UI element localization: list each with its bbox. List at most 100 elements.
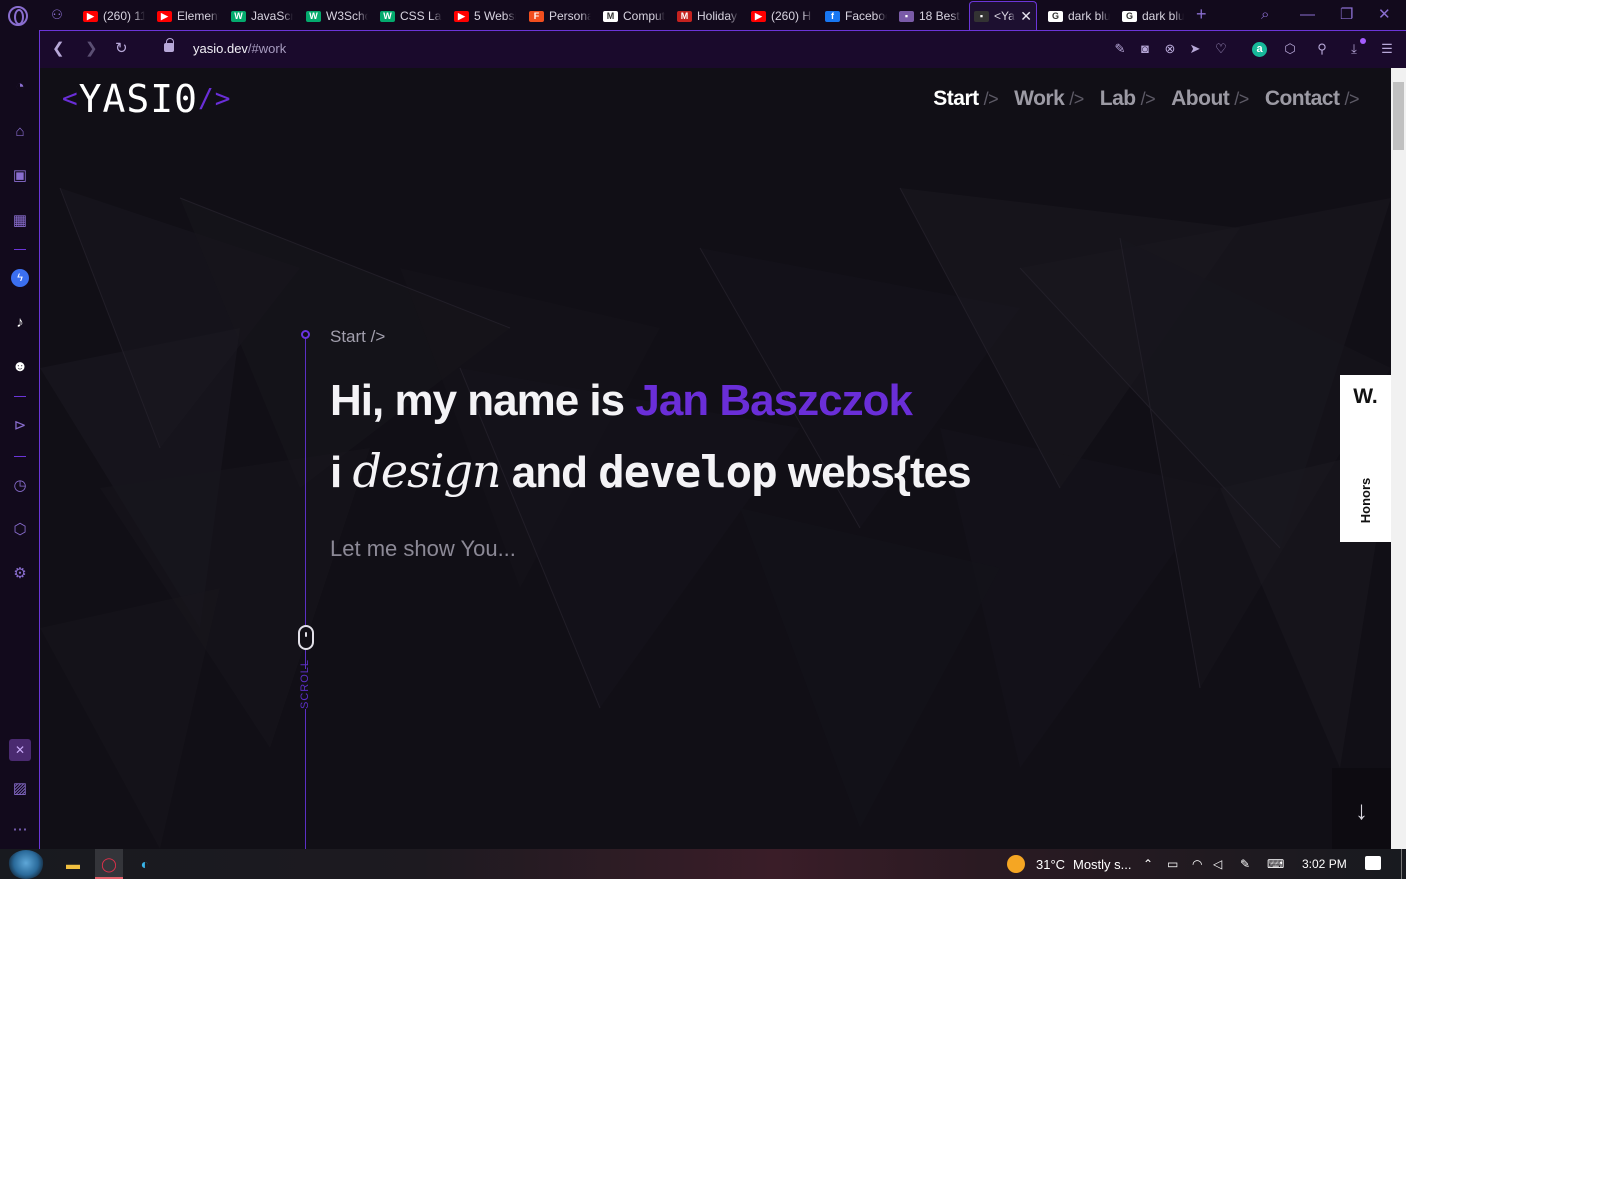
speed-dial-icon[interactable]: ◔ <box>9 76 31 98</box>
nav-about[interactable]: About/> <box>1171 87 1249 111</box>
restore-icon[interactable]: ❐ <box>1340 5 1353 25</box>
opera-menu-icon[interactable] <box>8 6 28 26</box>
easy-setup-icon[interactable]: ☰ <box>1379 40 1395 58</box>
nav-start[interactable]: Start/> <box>933 87 998 111</box>
heart-icon[interactable]: ♡ <box>1213 40 1229 58</box>
browser-tab[interactable]: ▶ Element <box>157 4 219 28</box>
page-scrollbar[interactable] <box>1391 68 1406 849</box>
adblock-shield-icon[interactable]: ⊗ <box>1162 40 1178 58</box>
screen: ⚇ ▶ (260) 11 ▶ Element W JavaScri W W3Scho W CSS … <box>0 0 1406 879</box>
nav-work[interactable]: Work/> <box>1014 87 1084 111</box>
section-label: Start /> <box>330 327 386 346</box>
pinboard-icon[interactable]: ✕ <box>9 739 31 761</box>
browser-tab[interactable]: W CSS Lay <box>380 4 442 28</box>
forward-icon[interactable]: ❯ <box>85 40 98 58</box>
browser-tab[interactable]: Gdark blu <box>1122 4 1184 28</box>
snapshot-edit-icon[interactable]: ✎ <box>1112 40 1128 58</box>
site-nav: Start/> Work/> Lab/> About/> Contact/> <box>933 87 1359 111</box>
youtube-icon: ▶ <box>83 10 98 22</box>
player-icon[interactable]: ⊳ <box>9 415 31 437</box>
reload-icon[interactable]: ↻ <box>115 40 128 58</box>
discord-icon[interactable]: ☻ <box>9 356 31 378</box>
url-host: yasio.dev <box>193 41 248 56</box>
file-explorer-icon[interactable]: ▬ <box>63 854 83 874</box>
show-desktop-button[interactable] <box>1401 849 1402 879</box>
nav-slash: /> <box>1234 89 1249 109</box>
close-window-icon[interactable]: ✕ <box>1378 5 1391 25</box>
browser-tab[interactable]: ▶ (260) H <box>751 4 813 28</box>
scroll-down-arrow-icon[interactable]: ↓ <box>1332 768 1391 849</box>
tab-label: 5 Websi <box>474 9 516 23</box>
site-logo[interactable]: <YASI0/> <box>62 77 231 121</box>
mouse-scroll-icon[interactable] <box>298 625 314 650</box>
weather-temperature[interactable]: 31°C <box>1036 857 1065 872</box>
send-icon[interactable]: ➤ <box>1187 40 1203 58</box>
settings-gear-icon[interactable]: ⚙ <box>9 563 31 585</box>
browser-tab[interactable]: ▶ (260) 11 <box>83 4 145 28</box>
weather-description[interactable]: Mostly s... <box>1073 857 1132 872</box>
extensions-icon[interactable]: ⬡ <box>9 519 31 541</box>
tagline-and: and <box>500 448 599 497</box>
keyboard-icon[interactable]: ⌨ <box>1267 856 1284 872</box>
scrollbar-thumb[interactable] <box>1393 82 1404 150</box>
headline-tagline: i design and develop webs{tes <box>330 444 972 498</box>
lock-icon[interactable] <box>164 38 174 52</box>
url-field[interactable]: yasio.dev/#work <box>193 41 286 56</box>
browser-tab[interactable]: ▪ <Yas ✕ <box>969 1 1037 30</box>
browser-tab[interactable]: W W3Scho <box>306 4 368 28</box>
tray-chevron-icon[interactable]: ⌃ <box>1143 856 1153 872</box>
search-tabs-icon[interactable]: ⌕ <box>1261 5 1269 25</box>
camera-icon[interactable]: ◙ <box>1137 40 1153 58</box>
start-button[interactable] <box>8 850 44 879</box>
wallet-icon[interactable]: ▦ <box>9 210 31 232</box>
browser-tab[interactable]: W JavaScri <box>231 4 293 28</box>
network-icon[interactable]: ◠ <box>1192 856 1202 872</box>
close-tab-icon[interactable]: ✕ <box>1020 8 1032 25</box>
subtitle: Let me show You... <box>330 536 516 561</box>
twitch-icon[interactable]: ▣ <box>9 165 31 187</box>
gmail-icon: M <box>677 10 692 22</box>
opera-taskbar-icon[interactable]: ◯ <box>95 849 123 879</box>
browser-tab[interactable]: Gdark blu <box>1048 4 1110 28</box>
tagline-design: design <box>352 444 501 498</box>
web-page: <YASI0/> Start/> Work/> Lab/> About/> Contac… <box>40 68 1391 849</box>
browser-tab[interactable]: f Faceboo <box>825 4 887 28</box>
gallery-icon[interactable]: ▨ <box>9 778 31 800</box>
mix-icon: M <box>603 10 618 22</box>
notifications-icon[interactable] <box>1365 856 1381 870</box>
back-icon[interactable]: ❮ <box>52 40 65 58</box>
profile-icon[interactable]: ⚲ <box>1314 40 1330 58</box>
nav-contact[interactable]: Contact/> <box>1264 87 1360 111</box>
honors-label: Honors <box>1358 477 1373 524</box>
nav-label: Contact <box>1264 87 1340 110</box>
weather-icon[interactable] <box>1007 855 1025 873</box>
more-icon[interactable]: ⋯ <box>9 819 31 841</box>
pen-icon[interactable]: ✎ <box>1240 856 1250 872</box>
browser-tab[interactable]: ▪ 18 Best <box>899 4 961 28</box>
logo-text: YASI0 <box>78 77 199 121</box>
logo-close-bracket: /> <box>198 84 232 114</box>
browser-tab[interactable]: ▶ 5 Websi <box>454 4 516 28</box>
workspaces-icon[interactable]: ⚇ <box>49 7 65 23</box>
browser-tab[interactable]: F Persona <box>529 4 591 28</box>
figma-icon: F <box>529 10 544 22</box>
messenger-icon[interactable]: ϟ <box>11 269 29 287</box>
aria-icon[interactable]: a <box>1252 42 1267 57</box>
meet-now-icon[interactable]: ▭ <box>1167 856 1178 872</box>
clock[interactable]: 3:02 PM <box>1302 857 1347 871</box>
new-tab-button[interactable]: + <box>1196 4 1207 24</box>
extensions-cube-icon[interactable]: ⬡ <box>1282 40 1298 58</box>
browser-tab[interactable]: M Holiday <box>677 4 739 28</box>
volume-icon[interactable]: ◁ <box>1213 856 1222 872</box>
edge-icon[interactable]: ◐ <box>135 854 155 874</box>
download-badge <box>1360 38 1366 44</box>
history-icon[interactable]: ◷ <box>9 475 31 497</box>
awwwards-honors-badge[interactable]: W. Honors <box>1340 375 1391 542</box>
briefcase-icon[interactable]: ⌂ <box>9 121 31 143</box>
minimize-icon[interactable]: — <box>1300 5 1315 25</box>
tab-label: (260) H <box>771 9 812 23</box>
tiktok-icon[interactable]: ♪ <box>9 312 31 334</box>
timeline-dot <box>301 330 310 339</box>
browser-tab[interactable]: M Comput <box>603 4 665 28</box>
nav-lab[interactable]: Lab/> <box>1100 87 1156 111</box>
